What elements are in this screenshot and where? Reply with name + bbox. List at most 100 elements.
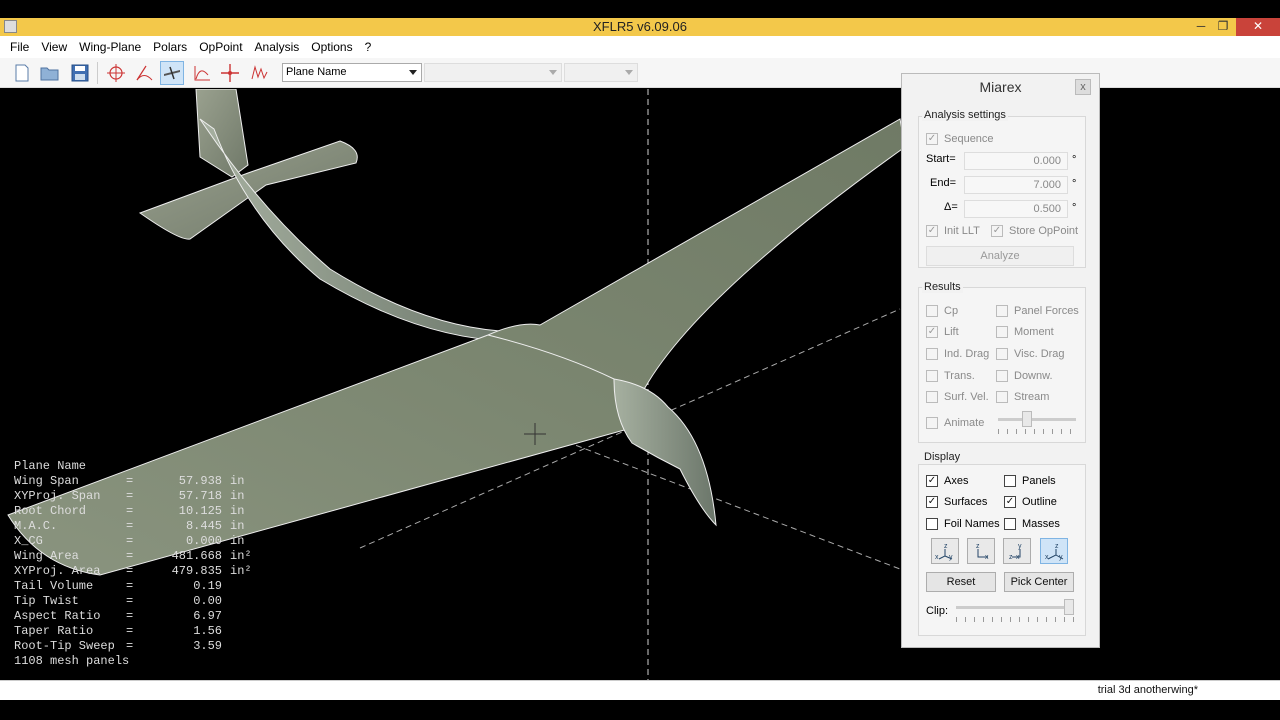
plane-select[interactable]: Plane Name [282,63,422,82]
start-field[interactable]: 0.000 [964,152,1068,170]
pick-center-button[interactable]: Pick Center [1004,572,1074,592]
masses-checkbox[interactable] [1004,518,1016,530]
info-row: 1108 mesh panels [14,654,252,669]
xfoil-analysis-icon[interactable] [132,61,156,85]
info-value: 57.718 [178,489,222,503]
minimize-button[interactable]: ─ [1190,18,1212,36]
sequence-checkbox[interactable]: ✓ [926,133,938,145]
moment-checkbox[interactable] [996,326,1008,338]
svg-text:z: z [944,543,948,550]
end-field[interactable]: 7.000 [964,176,1068,194]
ind-drag-label: Ind. Drag [944,348,990,360]
info-key: 1108 mesh panels [14,654,130,668]
visc-drag-checkbox[interactable] [996,348,1008,360]
menu-options[interactable]: Options [305,36,358,58]
axes-checkbox[interactable]: ✓ [926,475,938,487]
trans-checkbox[interactable] [926,370,938,382]
window-title: XFLR5 v6.09.06 [593,19,687,34]
analysis-settings-label: Analysis settings [922,109,1008,121]
foil-direct-design-icon[interactable] [104,61,128,85]
sequence-row: ✓ Sequence [926,133,994,145]
cp-checkbox[interactable] [926,305,938,317]
surf-vel-checkbox[interactable] [926,391,938,403]
open-folder-icon[interactable] [38,61,62,85]
reset-button[interactable]: Reset [926,572,996,592]
polar-select[interactable] [424,63,562,82]
stream-row: Stream [996,391,1049,403]
view-iso-icon[interactable]: zxy [1040,538,1068,564]
lift-checkbox[interactable]: ✓ [926,326,938,338]
outline-checkbox[interactable]: ✓ [1004,496,1016,508]
info-key: Wing Span [14,474,79,488]
menu-wing-plane[interactable]: Wing-Plane [73,36,147,58]
stability-view-icon[interactable] [248,61,272,85]
masses-row: Masses [1004,518,1060,530]
store-oppoint-checkbox[interactable]: ✓ [991,225,1003,237]
outline-row: ✓ Outline [1004,496,1057,508]
new-file-icon[interactable] [10,61,34,85]
view-x-icon[interactable]: zxy [931,538,959,564]
bottom-strip [0,700,1280,720]
clip-slider[interactable] [956,606,1074,609]
info-unit: in [230,534,245,548]
plane-select-value: Plane Name [286,66,347,78]
tail-boom [199,118,522,342]
deg-unit: ° [1072,178,1077,190]
downwash-checkbox[interactable] [996,370,1008,382]
delta-field[interactable]: 0.500 [964,200,1068,218]
info-row: XYProj. Area = 479.835 in² [14,564,252,579]
menu-polars[interactable]: Polars [147,36,193,58]
surfaces-label: Surfaces [944,496,988,508]
toolbar-separator [97,62,98,84]
init-llt-label: Init LLT [944,225,980,237]
view-y-icon[interactable]: zx [967,538,995,564]
downwash-row: Downw. [996,370,1053,382]
menu-help[interactable]: ? [359,36,378,58]
info-key: Aspect Ratio [14,609,101,623]
ind-drag-row: Ind. Drag [926,348,989,360]
panels-checkbox[interactable] [1004,475,1016,487]
clip-slider-ticks [956,617,1074,622]
info-eq: = [126,474,134,488]
info-key: Tip Twist [14,594,79,608]
info-value: 8.445 [185,519,222,533]
info-value: 3.59 [193,639,222,653]
svg-text:z: z [976,543,980,550]
init-llt-checkbox[interactable]: ✓ [926,225,938,237]
oppoint-view-icon[interactable] [218,61,242,85]
close-window-button[interactable]: ✕ [1236,18,1280,36]
visc-drag-label: Visc. Drag [1014,348,1065,360]
ind-drag-checkbox[interactable] [926,348,938,360]
polar-view-icon[interactable] [190,61,214,85]
surf-vel-row: Surf. Vel. [926,391,989,403]
menu-oppoint[interactable]: OpPoint [193,36,248,58]
menu-view[interactable]: View [35,36,73,58]
panel-forces-checkbox[interactable] [996,305,1008,317]
view-z-icon[interactable]: yzx [1003,538,1031,564]
clip-slider-handle[interactable] [1064,599,1074,615]
wing-plane-design-icon[interactable] [160,61,184,85]
foil-names-checkbox[interactable] [926,518,938,530]
save-icon[interactable] [68,61,92,85]
foil-names-row: Foil Names [926,518,1000,530]
svg-text:x: x [935,554,939,561]
info-value: 0.19 [193,579,222,593]
oppoint-select[interactable] [564,63,638,82]
animate-checkbox[interactable] [926,417,938,429]
start-label: Start= [926,153,956,165]
deg-unit: ° [1072,154,1077,166]
clip-label-row: Clip: [926,605,948,617]
menu-file[interactable]: File [4,36,35,58]
analyze-button[interactable]: Analyze [926,246,1074,266]
menu-analysis[interactable]: Analysis [249,36,306,58]
surfaces-checkbox[interactable]: ✓ [926,496,938,508]
chevron-down-icon [549,70,557,75]
info-key: X_CG [14,534,43,548]
panel-close-button[interactable]: x [1075,79,1091,95]
stream-checkbox[interactable] [996,391,1008,403]
maximize-button[interactable]: ❐ [1212,18,1234,36]
info-unit: in [230,489,245,503]
animation-speed-slider[interactable] [998,418,1076,421]
animation-speed-handle[interactable] [1022,411,1032,427]
panels-row: Panels [1004,475,1056,487]
